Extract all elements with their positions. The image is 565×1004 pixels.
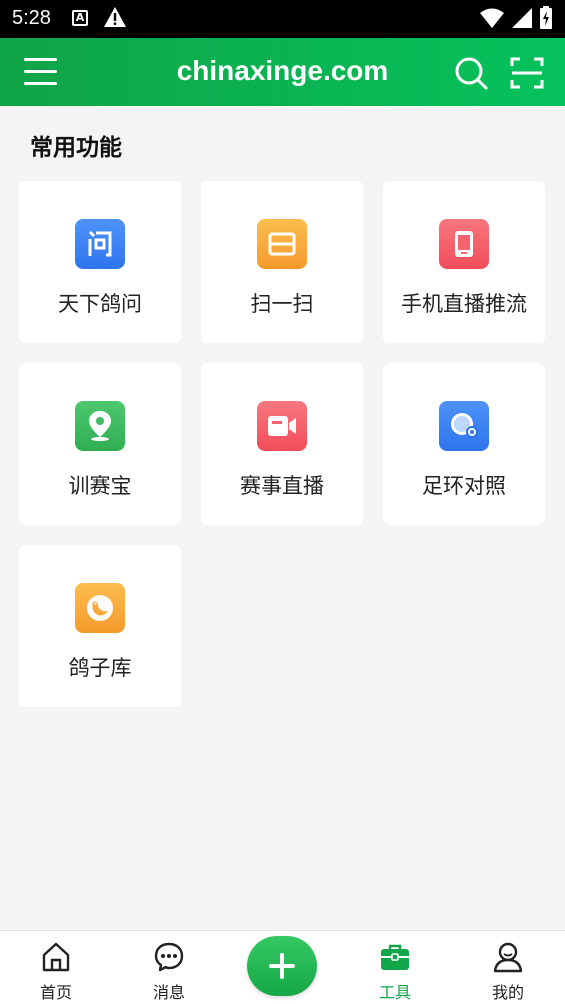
pigeon-icon bbox=[75, 583, 125, 633]
warning-icon bbox=[104, 7, 126, 27]
status-time: 5:28 bbox=[12, 7, 51, 29]
tile-label: 鸽子库 bbox=[68, 656, 132, 680]
battery-charging-icon bbox=[540, 6, 552, 29]
nav-item-tools[interactable]: 工具 bbox=[355, 931, 435, 1004]
chat-icon bbox=[154, 942, 184, 972]
section-title: 常用功能 bbox=[30, 135, 122, 161]
tile-label: 赛事直播 bbox=[240, 474, 324, 498]
nav-item-home[interactable]: 首页 bbox=[16, 931, 96, 1004]
tile-pigeon-library[interactable]: 鸽子库 bbox=[19, 545, 181, 707]
status-bar: 5:28 A bbox=[0, 0, 565, 38]
tile-label: 扫一扫 bbox=[250, 292, 314, 316]
tile-label: 足环对照 bbox=[422, 474, 506, 498]
tile-scan[interactable]: 扫一扫 bbox=[201, 181, 363, 343]
add-button[interactable] bbox=[247, 936, 317, 996]
wifi-icon bbox=[480, 8, 504, 28]
tile-label: 天下鸽问 bbox=[58, 292, 142, 316]
nav-item-messages[interactable]: 消息 bbox=[129, 931, 209, 1004]
tile-label: 训赛宝 bbox=[68, 474, 132, 498]
question-icon bbox=[75, 219, 125, 269]
tile-match-live[interactable]: 赛事直播 bbox=[201, 363, 363, 525]
tile-ring-compare[interactable]: 足环对照 bbox=[383, 363, 545, 525]
tile-phone-live-push[interactable]: 手机直播推流 bbox=[383, 181, 545, 343]
nav-label-profile: 我的 bbox=[491, 983, 524, 1002]
tile-xunsaibao[interactable]: 训赛宝 bbox=[19, 363, 181, 525]
home-icon bbox=[42, 942, 70, 972]
video-icon bbox=[257, 401, 307, 451]
search-icon[interactable] bbox=[454, 56, 488, 90]
nav-label-messages: 消息 bbox=[152, 983, 185, 1002]
nav-label-home: 首页 bbox=[39, 983, 72, 1002]
user-icon bbox=[493, 942, 523, 973]
phone-icon bbox=[439, 219, 489, 269]
signal-icon bbox=[512, 8, 532, 28]
toolbox-icon bbox=[381, 944, 409, 970]
ring-search-icon bbox=[439, 401, 489, 451]
tile-tianxia-gewen[interactable]: 天下鸽问 bbox=[19, 181, 181, 343]
scan-icon bbox=[257, 219, 307, 269]
nav-label-tools: 工具 bbox=[378, 983, 411, 1002]
scan-icon[interactable] bbox=[510, 56, 544, 90]
nav-item-profile[interactable]: 我的 bbox=[468, 931, 548, 1004]
location-pin-icon bbox=[75, 401, 125, 451]
a-notification-icon: A bbox=[72, 10, 88, 26]
app-bar: chinaxinge.com bbox=[0, 38, 565, 106]
tile-label: 手机直播推流 bbox=[401, 292, 527, 316]
